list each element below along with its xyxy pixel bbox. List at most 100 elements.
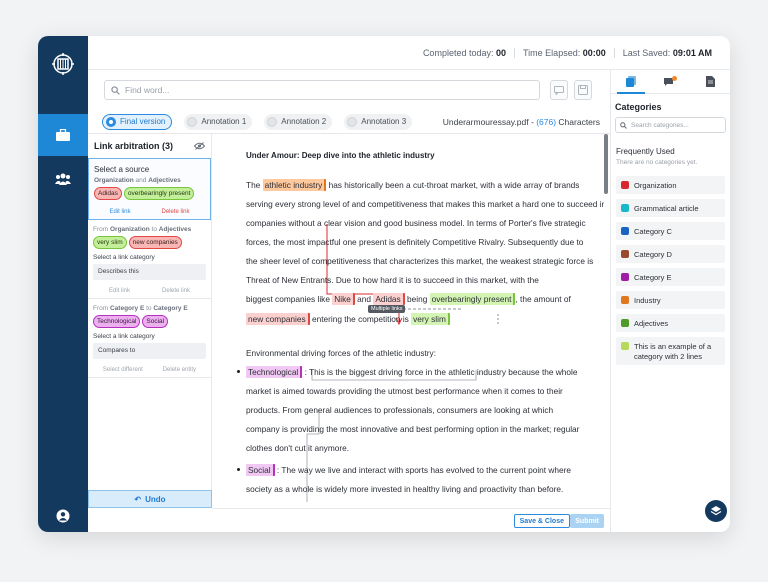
highlight-category-e[interactable]: Social bbox=[246, 464, 275, 476]
category-swatch bbox=[621, 250, 629, 258]
search-placeholder: Find word... bbox=[125, 85, 170, 95]
link-panel-header: Link arbitration (3) bbox=[88, 134, 211, 158]
last-saved: Last Saved: 09:01 AM bbox=[613, 47, 720, 58]
category-item[interactable]: Category E bbox=[616, 268, 725, 286]
version-annotation-3[interactable]: Annotation 3 bbox=[344, 113, 413, 130]
category-item[interactable]: Adjectives bbox=[616, 314, 725, 332]
user-icon bbox=[56, 509, 70, 523]
nav-people[interactable] bbox=[38, 168, 88, 190]
submit-button[interactable]: Submit bbox=[570, 514, 604, 528]
file-name: Underarmouressay.pdf bbox=[442, 116, 529, 127]
eye-off-icon[interactable] bbox=[194, 142, 205, 150]
highlight-category-e[interactable]: Technological bbox=[246, 366, 303, 378]
entity-pill[interactable]: new companies bbox=[128, 236, 182, 249]
category-list: Organization Grammatical article Category … bbox=[611, 176, 730, 365]
entity-pill[interactable]: very slim bbox=[93, 236, 127, 249]
delete-entity-button[interactable]: Delete entity bbox=[163, 367, 196, 373]
delete-link-button[interactable]: Delete link bbox=[161, 209, 189, 215]
link-card-pills: very slim new companies bbox=[93, 236, 206, 249]
multiple-links-tag[interactable]: Multiple links bbox=[368, 305, 406, 313]
time-elapsed: Time Elapsed: 00:00 bbox=[514, 47, 614, 58]
entity-pill[interactable]: overbearingly present bbox=[123, 187, 195, 200]
version-label: Annotation 3 bbox=[361, 117, 407, 126]
doc-line: products. From general audiences to prof… bbox=[246, 405, 554, 415]
category-label: Industry bbox=[634, 295, 661, 305]
highlight-adjective[interactable]: very slim bbox=[411, 313, 450, 325]
radio-icon bbox=[347, 116, 358, 127]
scroll-thumb[interactable] bbox=[604, 134, 608, 194]
edit-link-button[interactable]: Edit link bbox=[109, 209, 130, 215]
version-label: Annotation 2 bbox=[281, 117, 327, 126]
highlight-adjective[interactable]: overbearingly present bbox=[429, 293, 516, 305]
doc-line: clothes don't cut it anymore. bbox=[246, 443, 350, 453]
entity-pill[interactable]: Technological bbox=[93, 315, 141, 328]
category-item[interactable]: This is an example of a category with 2 … bbox=[616, 337, 725, 365]
saved-value: 09:01 AM bbox=[672, 47, 712, 58]
entity-pill[interactable]: Social bbox=[142, 315, 169, 328]
cards-icon bbox=[625, 76, 636, 87]
nav-briefcase[interactable] bbox=[38, 114, 88, 156]
search-input[interactable]: Find word... bbox=[104, 80, 540, 100]
version-row: Final version Annotation 1 Annotation 2 … bbox=[88, 110, 610, 134]
char-count: (676) bbox=[536, 116, 557, 127]
doc-line: Social : The way we live and interact wi… bbox=[246, 464, 571, 476]
elapsed-value: 00:00 bbox=[582, 47, 606, 58]
radio-icon bbox=[106, 116, 116, 127]
link-card-pills: Adidas overbearingly present bbox=[94, 187, 205, 200]
edit-link-button[interactable]: Edit link bbox=[109, 288, 130, 294]
nav-user[interactable] bbox=[38, 506, 88, 526]
search-row: Find word... bbox=[88, 70, 610, 110]
category-swatch bbox=[621, 319, 629, 327]
highlight-organization[interactable]: Adidas bbox=[373, 293, 405, 305]
briefcase-icon bbox=[56, 129, 70, 141]
doc-line: biggest companies like Nike and Adidas b… bbox=[246, 293, 571, 305]
doc-line: new companies entering the competition i… bbox=[246, 313, 450, 325]
link-card[interactable]: From Category E to Category E Technologi… bbox=[88, 299, 211, 378]
tab-comments[interactable] bbox=[651, 70, 691, 93]
select-different-button[interactable]: Select different bbox=[103, 367, 143, 373]
version-final[interactable]: Final version bbox=[102, 113, 173, 130]
document-title: Under Amour: Deep dive into the athletic… bbox=[246, 151, 435, 160]
comment-button[interactable] bbox=[550, 80, 568, 100]
highlight-industry[interactable]: athletic industry bbox=[262, 179, 327, 191]
link-card-actions: Edit link Delete link bbox=[94, 205, 205, 215]
highlight-organization[interactable]: Nike bbox=[332, 293, 355, 305]
save-close-button[interactable]: Save & Close bbox=[513, 514, 570, 528]
version-annotation-1[interactable]: Annotation 1 bbox=[184, 113, 253, 130]
undo-button[interactable]: ↶ Undo bbox=[88, 490, 212, 508]
categories-title: Categories bbox=[615, 102, 662, 112]
layers-button[interactable] bbox=[705, 500, 727, 522]
category-item[interactable]: Category C bbox=[616, 222, 725, 240]
link-card-from: From Organization to Adjectives bbox=[93, 226, 192, 233]
highlight-organization[interactable]: new companies bbox=[246, 313, 310, 325]
category-search-input[interactable]: Search categories... bbox=[615, 117, 726, 133]
link-card[interactable]: Select a source Organization and Adjecti… bbox=[88, 158, 211, 220]
save-icon bbox=[578, 85, 588, 95]
category-item[interactable]: Industry bbox=[616, 291, 725, 309]
category-label: This is an example of a category with 2 … bbox=[634, 342, 712, 361]
tab-categories[interactable] bbox=[611, 70, 651, 94]
category-label: Organization bbox=[634, 180, 677, 190]
category-label: Adjectives bbox=[634, 318, 669, 328]
categories-panel: Categories Search categories... Frequent… bbox=[610, 70, 730, 532]
delete-link-button[interactable]: Delete link bbox=[162, 288, 190, 294]
version-annotation-2[interactable]: Annotation 2 bbox=[264, 113, 333, 130]
file-sep: - bbox=[530, 116, 534, 127]
category-swatch bbox=[621, 273, 629, 281]
save-icon-button[interactable] bbox=[574, 80, 592, 100]
category-item[interactable]: Category D bbox=[616, 245, 725, 263]
category-swatch bbox=[621, 181, 629, 189]
link-category-select[interactable]: Compares to bbox=[93, 343, 206, 359]
elapsed-label: Time Elapsed: bbox=[523, 47, 581, 58]
search-icon bbox=[620, 121, 627, 129]
link-card-actions: Edit link Delete link bbox=[93, 284, 206, 294]
link-category-select[interactable]: Describes this bbox=[93, 264, 206, 280]
doc-line: society as a whole is widely more invest… bbox=[246, 484, 564, 494]
tab-document[interactable] bbox=[690, 70, 730, 93]
category-item[interactable]: Organization bbox=[616, 176, 725, 194]
link-card[interactable]: From Organization to Adjectives very sli… bbox=[88, 220, 211, 299]
category-item[interactable]: Grammatical article bbox=[616, 199, 725, 217]
category-swatch bbox=[621, 342, 629, 350]
entity-pill[interactable]: Adidas bbox=[94, 187, 122, 200]
doc-line: forces, the most impactful one present i… bbox=[246, 237, 584, 247]
